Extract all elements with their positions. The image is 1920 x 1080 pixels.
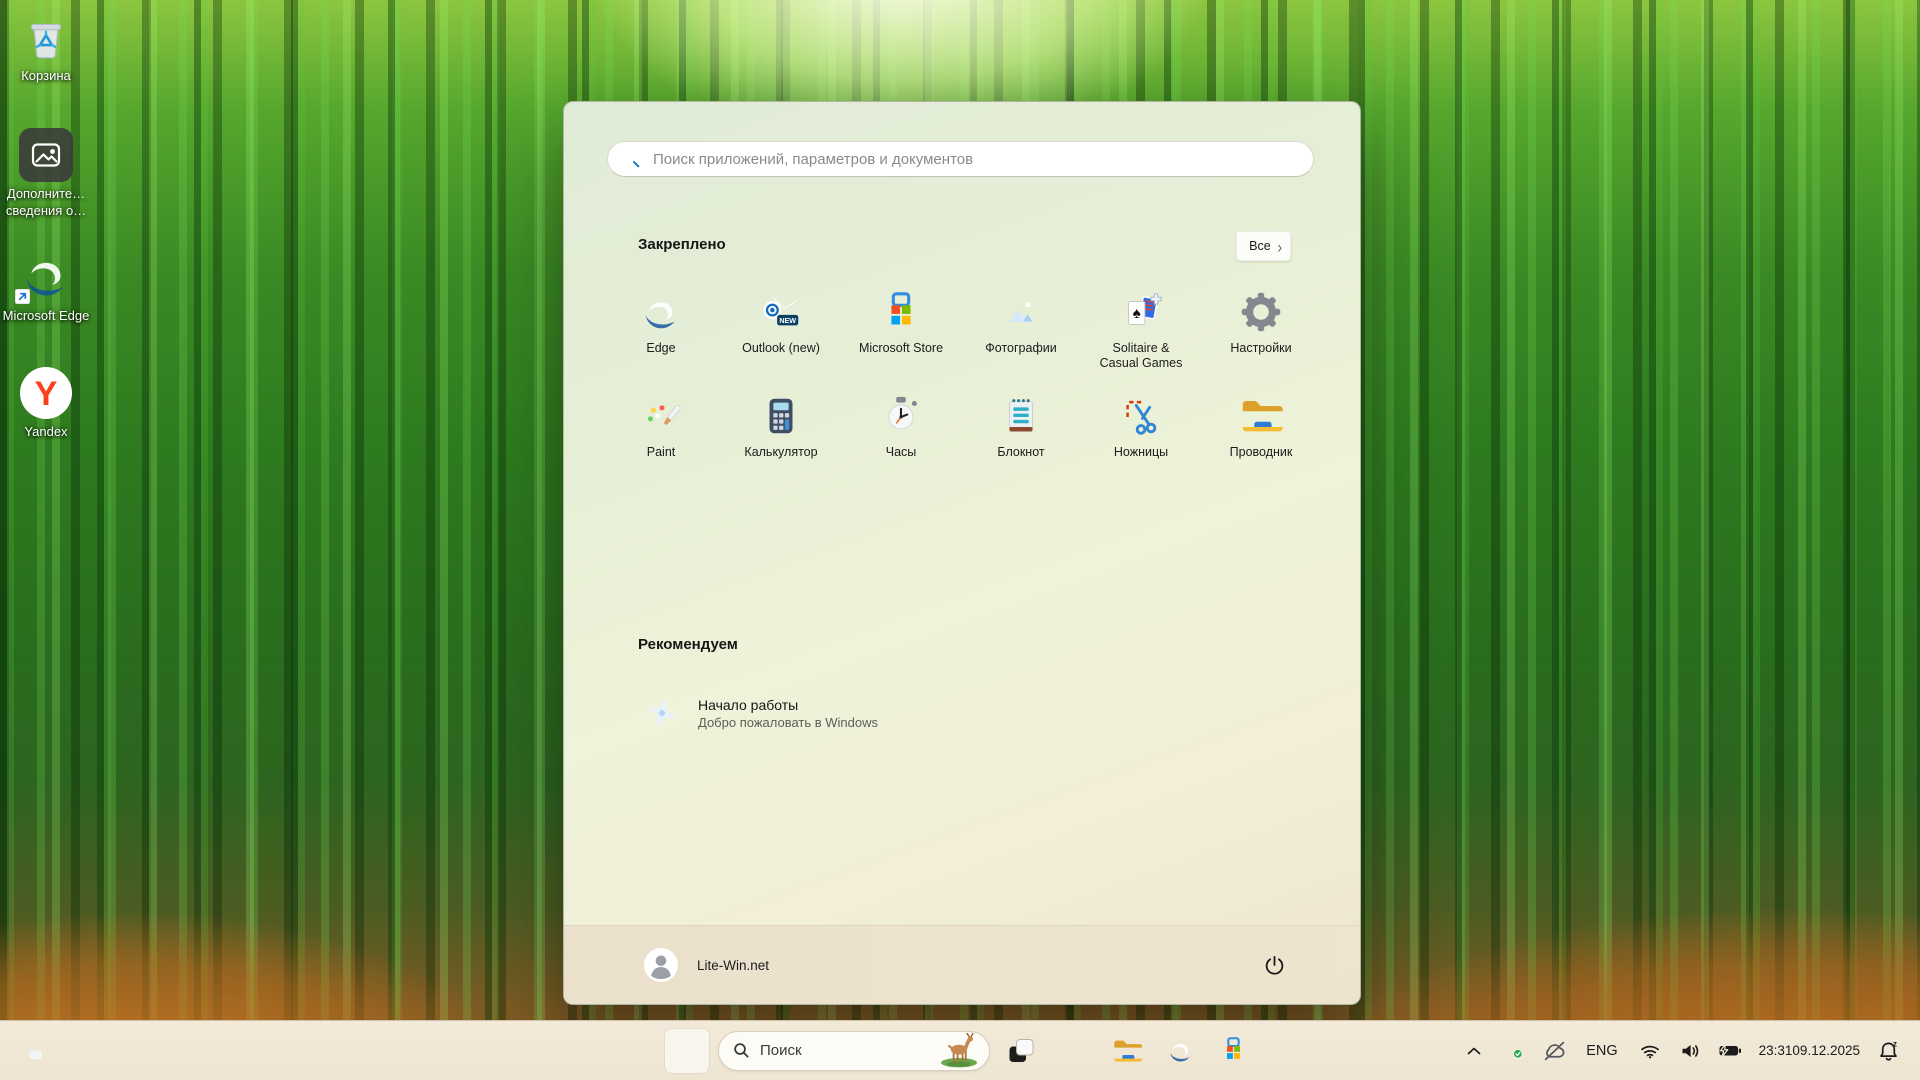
pinned-app-outlook-new[interactable]: NEW Outlook (new) (721, 287, 841, 391)
taskbar: Поиск (0, 1020, 1920, 1080)
chevron-up-icon (1466, 1046, 1482, 1056)
file-explorer-button[interactable] (1105, 1029, 1149, 1073)
task-view-icon (1006, 1036, 1036, 1066)
pinned-app-microsoft-store[interactable]: Microsoft Store (841, 287, 961, 391)
battery-charging-icon (1718, 1043, 1742, 1058)
user-account-button[interactable]: Lite-Win.net (644, 948, 769, 982)
microsoft-365-icon (1059, 1036, 1089, 1066)
start-button[interactable] (665, 1029, 709, 1073)
start-menu-footer: Lite-Win.net (564, 925, 1360, 1004)
start-search-input[interactable] (651, 150, 1299, 169)
microsoft-store-button[interactable] (1211, 1029, 1255, 1073)
pinned-app-solitaire[interactable]: Solitaire & Casual Games (1081, 287, 1201, 391)
recycle-bin-icon (20, 12, 72, 64)
avatar (644, 948, 678, 982)
pinned-app-calculator[interactable]: Калькулятор (721, 391, 841, 495)
volume-button[interactable] (1673, 1031, 1707, 1071)
pinned-app-snipping-tool[interactable]: Ножницы (1081, 391, 1201, 495)
desktop-icon-more-info[interactable]: Дополните… сведения о… (2, 128, 90, 219)
desktop-icon-label: Microsoft Edge (3, 307, 90, 324)
tray-time: 23:31 (1759, 1042, 1793, 1060)
microsoft-365-button[interactable] (1052, 1029, 1096, 1073)
desktop-icon-yandex[interactable]: Yandex (2, 366, 90, 440)
windows-security-button[interactable] (1497, 1031, 1531, 1071)
paint-icon (638, 391, 684, 441)
widgets-button[interactable] (16, 1035, 58, 1067)
clock-date-button[interactable]: 23:31 09.12.2025 (1753, 1031, 1866, 1071)
pinned-app-edge[interactable]: Edge (601, 287, 721, 391)
taskbar-center: Поиск (665, 1021, 1255, 1080)
pinned-app-file-explorer[interactable]: Проводник (1201, 391, 1321, 495)
chevron-right-icon: › (1278, 236, 1282, 256)
language-indicator[interactable]: ENG (1577, 1031, 1626, 1071)
store-icon (1218, 1035, 1249, 1066)
settings-gear-icon (1239, 287, 1283, 337)
windows-logo-icon (675, 1038, 700, 1063)
weather-widget-icon (16, 1036, 46, 1066)
recommended-item-subtitle: Добро пожаловать в Windows (698, 715, 878, 730)
shortcut-arrow-icon (15, 289, 30, 304)
pinned-app-settings[interactable]: Настройки (1201, 287, 1321, 391)
start-search-box[interactable] (607, 141, 1314, 177)
system-tray: ENG 23:31 09.12.2025 (1457, 1021, 1906, 1080)
solitaire-icon (1118, 287, 1164, 337)
power-button[interactable] (1254, 945, 1294, 985)
search-icon (733, 1042, 750, 1059)
security-shield-icon (1504, 1040, 1525, 1061)
tray-date: 09.12.2025 (1792, 1042, 1860, 1060)
outlook-icon: NEW (758, 287, 804, 337)
pinned-app-clock[interactable]: Часы (841, 391, 961, 495)
image-placeholder-icon (19, 128, 73, 182)
snipping-tool-icon (1118, 391, 1164, 441)
onedrive-button[interactable] (1537, 1031, 1571, 1071)
edge-icon (17, 246, 75, 304)
desktop-icon-label: Дополните… сведения о… (2, 185, 90, 219)
battery-button[interactable] (1713, 1031, 1747, 1071)
search-icon (622, 150, 641, 169)
search-highlight-deer-image (932, 1033, 986, 1069)
folder-icon (1111, 1035, 1143, 1067)
start-menu: Закреплено Все › Edge NEW Outlook (new) … (563, 101, 1361, 1005)
wifi-icon (1640, 1043, 1660, 1059)
calculator-icon (758, 391, 804, 441)
desktop-icon-label: Yandex (24, 423, 67, 440)
power-icon (1263, 954, 1286, 977)
pinned-section-title: Закреплено (638, 236, 726, 253)
svg-text:NEW: NEW (779, 317, 796, 325)
taskbar-search-label: Поиск (760, 1042, 922, 1059)
clock-icon (878, 391, 924, 441)
recommended-item-title: Начало работы (698, 697, 878, 713)
recommended-section-title: Рекомендуем (638, 636, 738, 653)
recommended-item-get-started[interactable]: Начало работы Добро пожаловать в Windows (601, 687, 1001, 739)
pinned-app-paint[interactable]: Paint (601, 391, 721, 495)
pinned-app-notepad[interactable]: Блокнот (961, 391, 1081, 495)
desktop-icon-recycle-bin[interactable]: Корзина (2, 12, 90, 84)
notifications-button[interactable] (1872, 1031, 1906, 1071)
yandex-icon (19, 366, 73, 420)
folder-icon (1238, 391, 1284, 441)
notepad-icon (998, 391, 1044, 441)
edge-icon (1165, 1035, 1196, 1066)
pinned-app-photos[interactable]: Фотографии (961, 287, 1081, 391)
photos-icon (998, 287, 1044, 337)
edge-icon (638, 287, 684, 337)
task-view-button[interactable] (999, 1029, 1043, 1073)
desktop-icon-label: Корзина (21, 67, 71, 84)
get-started-icon (641, 692, 683, 734)
pinned-apps-grid: Edge NEW Outlook (new) Microsoft Store Ф… (601, 287, 1321, 495)
store-icon (878, 287, 924, 337)
user-name: Lite-Win.net (697, 958, 769, 973)
all-apps-button[interactable]: Все › (1236, 231, 1291, 261)
desktop-icon-microsoft-edge[interactable]: Microsoft Edge (2, 246, 90, 324)
bell-dnd-icon (1878, 1040, 1900, 1062)
volume-icon (1680, 1043, 1700, 1059)
onedrive-off-icon (1542, 1041, 1567, 1061)
edge-button[interactable] (1158, 1029, 1202, 1073)
tray-overflow-button[interactable] (1457, 1031, 1491, 1071)
desktop-screen: Корзина Дополните… сведения о… Microsoft… (0, 0, 1920, 1080)
network-button[interactable] (1633, 1031, 1667, 1071)
taskbar-search-box[interactable]: Поиск (718, 1031, 990, 1071)
